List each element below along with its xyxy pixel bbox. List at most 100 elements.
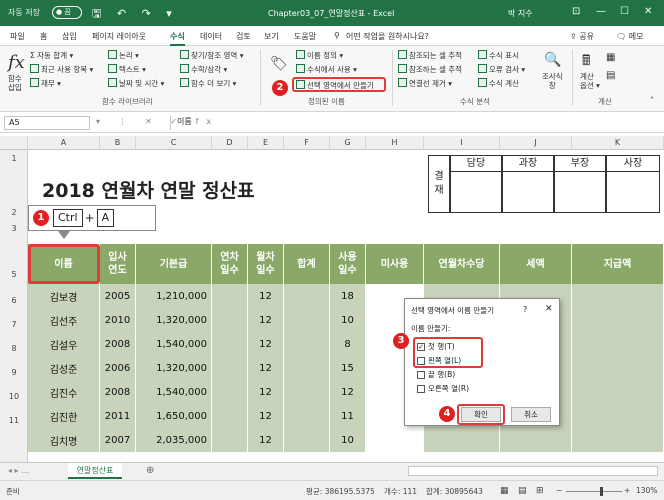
- header-tax[interactable]: 세액: [500, 244, 572, 284]
- memo-button[interactable]: 🗨 메모: [616, 31, 643, 42]
- zoom-slider[interactable]: [566, 491, 622, 492]
- header-payment[interactable]: 지급액: [572, 244, 664, 284]
- close-icon[interactable]: ✕: [644, 6, 652, 17]
- checkbox-bottom-row[interactable]: 끝 행(B): [417, 369, 455, 380]
- cell-annual-days[interactable]: [212, 404, 248, 428]
- insert-function-label[interactable]: 함수 삽입: [8, 74, 22, 92]
- header-base-pay[interactable]: 기본급: [136, 244, 212, 284]
- cell-name[interactable]: 김설우: [28, 332, 100, 356]
- cell-base-pay[interactable]: 1,320,000: [136, 356, 212, 380]
- cell-join-year[interactable]: 2005: [100, 284, 136, 308]
- tab-view[interactable]: 보기: [264, 31, 279, 42]
- cell-annual-days[interactable]: [212, 308, 248, 332]
- cell-monthly-days[interactable]: 12: [248, 356, 284, 380]
- cell-annual-days[interactable]: [212, 332, 248, 356]
- row-header-10[interactable]: 10: [0, 392, 28, 401]
- cell-payment[interactable]: [572, 284, 664, 308]
- worksheet-grid[interactable]: 2018 연월차 연말 정산표 결 재 담당 과장 부장 사장 이름 입사 연도…: [28, 150, 664, 462]
- cell-join-year[interactable]: 2011: [100, 404, 136, 428]
- cell-total[interactable]: [284, 404, 330, 428]
- cell-join-year[interactable]: 2010: [100, 308, 136, 332]
- tab-home[interactable]: 홈: [40, 31, 47, 42]
- quick-access-toolbar[interactable]: 🖫 ↶ ↷ ▾: [92, 5, 178, 24]
- cell-payment[interactable]: [572, 332, 664, 356]
- col-header-a[interactable]: A: [28, 136, 100, 150]
- row-header-9[interactable]: 9: [0, 368, 28, 377]
- tab-file[interactable]: 파일: [10, 31, 25, 42]
- cell-monthly-days[interactable]: 12: [248, 380, 284, 404]
- header-total[interactable]: 합계: [284, 244, 330, 284]
- cell-used-days[interactable]: 18: [330, 284, 366, 308]
- maximize-icon[interactable]: ☐: [620, 6, 629, 17]
- view-page-break-icon[interactable]: ⊞: [536, 486, 544, 496]
- calc-sheet-icon[interactable]: ▤: [606, 70, 615, 81]
- minimize-icon[interactable]: —: [596, 6, 606, 17]
- dialog-close-icon[interactable]: ✕: [545, 304, 553, 314]
- approval-cell[interactable]: 사장: [606, 155, 660, 213]
- define-name-button[interactable]: 이름 정의 ▾: [296, 50, 343, 61]
- tab-data[interactable]: 데이터: [200, 31, 222, 42]
- col-header-b[interactable]: B: [100, 136, 136, 150]
- share-button[interactable]: ⇪ 공유: [570, 31, 594, 42]
- use-in-formula-button[interactable]: 수식에서 사용 ▾: [296, 64, 357, 75]
- datetime-button[interactable]: 날짜 및 시간 ▾: [108, 78, 164, 89]
- calc-options-icon[interactable]: 🖩: [582, 50, 590, 74]
- cell-monthly-days[interactable]: 12: [248, 404, 284, 428]
- row-header-11[interactable]: 11: [0, 416, 28, 425]
- sheet-tab-active[interactable]: 연말정산표: [68, 463, 122, 479]
- user-name[interactable]: 박 지수: [508, 8, 533, 19]
- cell-monthly-days[interactable]: 12: [248, 308, 284, 332]
- col-header-i[interactable]: I: [424, 136, 500, 150]
- cell-annual-days[interactable]: [212, 428, 248, 452]
- name-box[interactable]: A5: [4, 116, 90, 130]
- header-unused[interactable]: 미사용: [366, 244, 424, 284]
- tab-help[interactable]: 도움말: [294, 31, 316, 42]
- col-header-d[interactable]: D: [212, 136, 248, 150]
- cell-join-year[interactable]: 2008: [100, 332, 136, 356]
- cell-payment[interactable]: [572, 356, 664, 380]
- cell-name[interactable]: 김선주: [28, 308, 100, 332]
- cell-total[interactable]: [284, 284, 330, 308]
- tab-scroll-icons[interactable]: ◂ ▸ …: [8, 466, 29, 475]
- col-header-j[interactable]: J: [500, 136, 572, 150]
- tell-me-input[interactable]: 어떤 작업을 원하시나요?: [346, 31, 429, 42]
- col-header-h[interactable]: H: [366, 136, 424, 150]
- cell-name[interactable]: 김진수: [28, 380, 100, 404]
- ribbon-display-icon[interactable]: ⊡: [572, 6, 580, 17]
- trace-dependents-button[interactable]: 참조하는 셀 추적: [398, 64, 462, 75]
- tab-insert[interactable]: 삽입: [62, 31, 77, 42]
- row-header-6[interactable]: 6: [0, 296, 28, 305]
- show-formulas-button[interactable]: 수식 표시: [478, 50, 519, 61]
- lookup-button[interactable]: 찾기/참조 영역 ▾: [180, 50, 243, 61]
- approval-cell[interactable]: 담당: [450, 155, 502, 213]
- calc-options-label[interactable]: 계산 옵션 ▾: [580, 72, 600, 90]
- header-annual-days[interactable]: 연차 일수: [212, 244, 248, 284]
- cell-payment[interactable]: [572, 404, 664, 428]
- cell-used-days[interactable]: 15: [330, 356, 366, 380]
- calc-now-icon[interactable]: ▦: [606, 52, 615, 63]
- formula-input[interactable]: 이름: [170, 116, 658, 130]
- logical-button[interactable]: 논리 ▾: [108, 50, 139, 61]
- tab-formulas[interactable]: 수식: [170, 31, 185, 46]
- cell-monthly-days[interactable]: 12: [248, 284, 284, 308]
- cell-total[interactable]: [284, 356, 330, 380]
- name-manager-icon[interactable]: 🏷: [270, 56, 288, 72]
- cell-total[interactable]: [284, 380, 330, 404]
- view-normal-icon[interactable]: ▦: [500, 486, 509, 496]
- col-header-g[interactable]: G: [330, 136, 366, 150]
- cell-base-pay[interactable]: 1,320,000: [136, 308, 212, 332]
- row-header-8[interactable]: 8: [0, 344, 28, 353]
- select-all-corner[interactable]: [0, 136, 28, 150]
- cell-total[interactable]: [284, 428, 330, 452]
- cell-used-days[interactable]: 8: [330, 332, 366, 356]
- row-header-3[interactable]: 3: [0, 224, 28, 233]
- cell-used-days[interactable]: 11: [330, 404, 366, 428]
- row-header-7[interactable]: 7: [0, 320, 28, 329]
- trace-precedents-button[interactable]: 참조되는 셀 추적: [398, 50, 462, 61]
- cell-name[interactable]: 김성준: [28, 356, 100, 380]
- cell-payment[interactable]: [572, 308, 664, 332]
- cell-join-year[interactable]: 2008: [100, 380, 136, 404]
- autosum-button[interactable]: Σ 자동 합계 ▾: [30, 50, 73, 61]
- cell-name[interactable]: 김진한: [28, 404, 100, 428]
- error-checking-button[interactable]: 오류 검사 ▾: [478, 64, 525, 75]
